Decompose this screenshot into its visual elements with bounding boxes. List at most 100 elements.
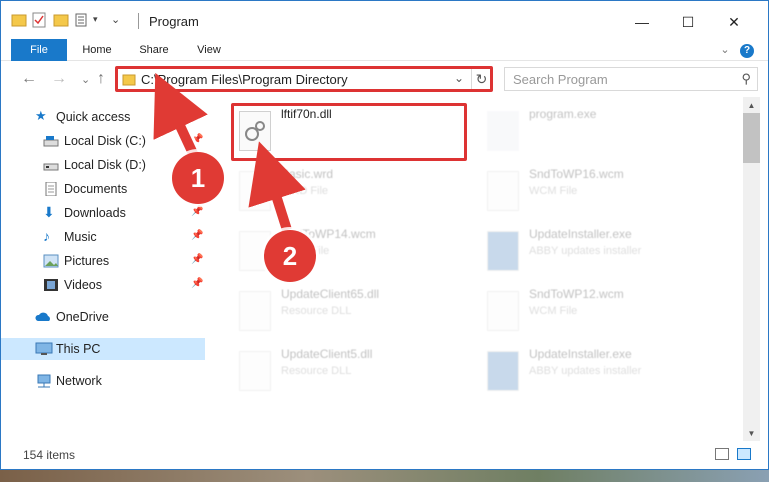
sidebar-item-label: Downloads xyxy=(64,206,126,220)
file-type: ABBY updates installer xyxy=(529,245,642,257)
details-view-icon[interactable] xyxy=(715,448,729,460)
sidebar-item-label: Local Disk (C:) xyxy=(64,134,146,148)
file-type: Resource DLL xyxy=(281,305,352,317)
pin-icon[interactable]: 📌 xyxy=(191,134,203,145)
computer-icon xyxy=(35,342,53,356)
installer-icon xyxy=(487,231,519,271)
file-name: Basic.wrd xyxy=(281,167,334,181)
minimize-button[interactable]: — xyxy=(619,9,665,35)
address-bar[interactable]: C:\Program Files\Program Directory ⌄ ↻ xyxy=(116,67,492,91)
expand-ribbon-icon[interactable]: ⌄ xyxy=(717,39,733,61)
file-item[interactable]: Basic.wrd WRD File xyxy=(235,163,465,219)
sidebar-item-label: Pictures xyxy=(64,254,110,268)
sidebar-item-downloads[interactable]: ⬇ Downloads 📌 xyxy=(1,202,205,224)
file-item[interactable]: SndToWP12.wcm WCM File xyxy=(483,283,713,339)
recent-locations-icon[interactable]: ⌄ xyxy=(81,73,90,86)
address-dropdown-icon[interactable]: ⌄ xyxy=(454,71,464,85)
file-name: UpdateInstaller.exe xyxy=(529,227,632,241)
download-icon: ⬇ xyxy=(43,204,55,220)
customize-qat-icon[interactable] xyxy=(75,12,91,28)
folder-icon xyxy=(122,72,136,91)
ribbon-tabs: File Home Share View ⌄ ? xyxy=(1,39,768,61)
sidebar-item-onedrive[interactable]: OneDrive xyxy=(1,306,205,328)
tab-view[interactable]: View xyxy=(187,39,231,61)
search-input[interactable]: Search Program xyxy=(513,72,608,87)
file-name: program.exe xyxy=(529,107,597,121)
exe-file-icon xyxy=(487,111,519,151)
pin-icon[interactable]: 📌 xyxy=(191,230,203,241)
file-item[interactable]: SndToWP16.wcm WCM File xyxy=(483,163,713,219)
close-button[interactable]: ✕ xyxy=(711,9,757,35)
file-icon xyxy=(487,171,519,211)
file-item[interactable]: UpdateClient5.dll Resource DLL xyxy=(235,343,465,399)
sidebar-item-label: OneDrive xyxy=(56,310,109,324)
pin-icon[interactable]: 📌 xyxy=(191,254,203,265)
sidebar-item-local-disk-c[interactable]: Local Disk (C:) 📌 xyxy=(1,130,205,152)
drive-icon xyxy=(43,134,59,148)
desktop-background xyxy=(0,470,769,482)
file-type: WCM File xyxy=(529,305,578,317)
large-icons-view-icon[interactable] xyxy=(737,448,751,460)
dll-file-icon xyxy=(239,351,271,391)
chevron-down-icon[interactable]: ▾ xyxy=(93,14,109,30)
file-item-lftif70n[interactable]: lftif70n.dll xyxy=(235,103,465,159)
file-type: Resource DLL xyxy=(281,365,352,377)
dll-file-icon xyxy=(239,111,271,151)
properties-icon[interactable] xyxy=(31,12,47,28)
title-bar: ▾ ⌄ Program — ☐ ✕ xyxy=(1,1,768,39)
file-name: UpdateInstaller.exe xyxy=(529,347,632,361)
up-arrow-icon[interactable]: ↑ xyxy=(97,70,105,88)
file-item-program-exe[interactable]: program.exe xyxy=(483,103,713,159)
step-2-badge: 2 xyxy=(264,230,316,282)
file-name: UpdateClient65.dll xyxy=(281,287,380,301)
sidebar-item-label: Music xyxy=(64,230,97,244)
documents-icon xyxy=(43,181,59,197)
pictures-icon xyxy=(43,254,59,268)
sidebar-item-pictures[interactable]: Pictures 📌 xyxy=(1,250,205,272)
help-icon[interactable]: ? xyxy=(739,39,755,61)
sidebar-item-videos[interactable]: Videos 📌 xyxy=(1,274,205,296)
tab-share[interactable]: Share xyxy=(129,39,179,61)
sidebar-item-music[interactable]: ♪ Music 📌 xyxy=(1,226,205,248)
chevron-down-icon[interactable]: ⌄ xyxy=(111,13,127,29)
back-arrow-icon[interactable]: ← xyxy=(21,70,37,88)
file-type: WRD File xyxy=(281,185,329,197)
address-path[interactable]: C:\Program Files\Program Directory xyxy=(141,72,348,87)
pin-icon[interactable]: 📌 xyxy=(191,278,203,289)
forward-arrow-icon[interactable]: → xyxy=(51,70,67,88)
file-name: SndToWP12.wcm xyxy=(529,287,624,301)
help-glyph: ? xyxy=(740,44,754,58)
cloud-icon xyxy=(35,310,51,324)
drive-icon xyxy=(43,158,59,172)
search-icon[interactable]: ⚲ xyxy=(741,71,751,87)
maximize-button[interactable]: ☐ xyxy=(665,9,711,35)
tab-file[interactable]: File xyxy=(11,39,67,61)
scroll-down-icon[interactable]: ▼ xyxy=(743,427,760,441)
file-name: UpdateClient5.dll xyxy=(281,347,373,361)
file-item[interactable]: UpdateInstaller.exe ABBY updates install… xyxy=(483,343,713,399)
file-item[interactable]: UpdateClient65.dll Resource DLL xyxy=(235,283,465,339)
sidebar-item-label: Local Disk (D:) xyxy=(64,158,146,172)
file-icon xyxy=(239,171,271,211)
step-1-badge: 1 xyxy=(172,152,224,204)
sidebar-item-quick-access[interactable]: ★ Quick access xyxy=(1,106,205,128)
sidebar-item-this-pc[interactable]: This PC xyxy=(1,338,205,360)
new-folder-icon[interactable] xyxy=(53,12,69,28)
status-bar: 154 items xyxy=(1,441,768,469)
scroll-up-icon[interactable]: ▲ xyxy=(743,99,760,113)
tab-home[interactable]: Home xyxy=(73,39,121,61)
navigation-bar: ← → ⌄ ↑ C:\Program Files\Program Directo… xyxy=(1,61,768,97)
scrollbar-thumb[interactable] xyxy=(743,113,760,163)
sidebar-item-label: This PC xyxy=(56,342,101,356)
sidebar-item-network[interactable]: Network xyxy=(1,370,205,392)
star-icon: ★ xyxy=(35,108,47,123)
title-separator xyxy=(138,13,139,29)
videos-icon xyxy=(43,278,59,292)
file-item[interactable]: UpdateInstaller.exe ABBY updates install… xyxy=(483,223,713,279)
sidebar-item-label: Network xyxy=(56,374,102,388)
file-type: ABBY updates installer xyxy=(529,365,642,377)
music-icon: ♪ xyxy=(43,228,50,244)
refresh-icon[interactable]: ↻ xyxy=(471,68,491,90)
pin-icon[interactable]: 📌 xyxy=(191,206,203,217)
search-box[interactable]: Search Program ⚲ xyxy=(504,67,758,91)
